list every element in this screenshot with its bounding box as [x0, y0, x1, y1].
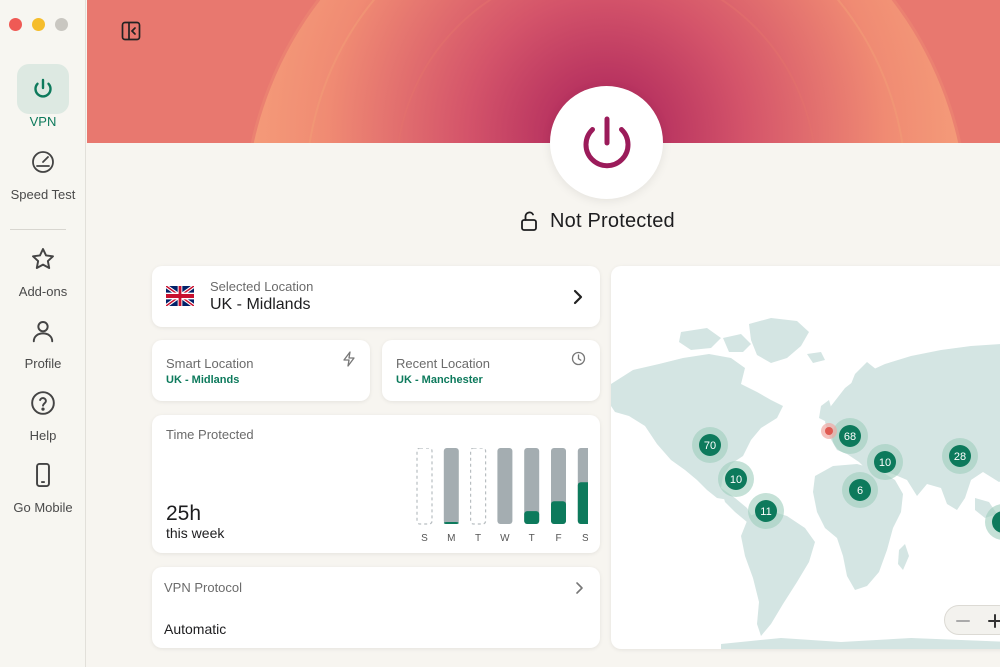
close-window-button[interactable]: [9, 18, 22, 31]
sidebar-item-help[interactable]: Help: [0, 378, 86, 443]
server-cluster[interactable]: 70: [692, 427, 728, 463]
sidebar-item-label: Profile: [24, 356, 62, 371]
usage-bar-track: [443, 448, 459, 524]
sidebar-item-profile[interactable]: Profile: [0, 306, 86, 371]
recent-location-value: UK - Manchester: [396, 374, 483, 386]
power-icon: [583, 116, 630, 168]
usage-day-label: T: [529, 533, 535, 544]
user-icon: [17, 306, 69, 356]
server-cluster-count: 11: [760, 506, 771, 518]
server-cluster-count: 10: [730, 474, 742, 486]
zoom-window-button[interactable]: [55, 18, 68, 31]
help-icon: [17, 378, 69, 428]
sidebar-item-label: Speed Test: [10, 187, 76, 202]
connect-power-button[interactable]: [550, 86, 663, 199]
map-zoom-control: [944, 605, 1000, 635]
usage-day-label: M: [447, 533, 455, 544]
sidebar-divider: [10, 229, 66, 230]
map-land: [611, 318, 1000, 649]
zoom-out-button[interactable]: [953, 611, 973, 631]
smart-location-value: UK - Midlands: [166, 374, 240, 386]
sidebar-item-vpn[interactable]: VPN: [0, 64, 86, 129]
sidebar-item-label: Add-ons: [18, 284, 68, 299]
server-cluster[interactable]: 10: [718, 461, 754, 497]
server-cluster[interactable]: 10: [867, 444, 903, 480]
smart-location-card[interactable]: Smart Location UK - Midlands: [152, 340, 370, 401]
minimize-window-button[interactable]: [32, 18, 45, 31]
server-cluster-count: 6: [857, 485, 863, 497]
usage-bar-fill: [577, 482, 588, 524]
time-protected-card: Time Protected 25h this week S M T W T F S: [152, 415, 600, 553]
sidebar-item-label: Go Mobile: [13, 500, 73, 515]
usage-bar-fill: [551, 501, 566, 524]
usage-day-label: S: [582, 533, 588, 544]
sidebar: VPN Speed Test Add-ons Profile Help Go M…: [0, 0, 86, 667]
sidebar-item-speed-test[interactable]: Speed Test: [0, 137, 86, 202]
time-protected-period: this week: [166, 525, 225, 541]
selected-location-value: UK - Midlands: [210, 296, 311, 313]
sidebar-toggle-icon[interactable]: [121, 21, 141, 41]
vpn-protocol-card[interactable]: VPN Protocol Automatic: [152, 567, 600, 648]
chevron-right-icon: [573, 289, 583, 305]
server-cluster-count: 70: [704, 440, 716, 452]
server-cluster[interactable]: 11: [748, 493, 784, 529]
usage-day-label: S: [421, 533, 428, 544]
clock-icon: [571, 351, 586, 366]
vpn-protocol-value: Automatic: [164, 621, 227, 637]
time-protected-label: Time Protected: [166, 427, 254, 442]
mobile-icon: [17, 450, 69, 500]
world-map: 70 10 11 68 10 6 28: [611, 318, 1000, 649]
usage-bar-track: [416, 448, 433, 525]
unlocked-icon: [521, 211, 537, 231]
recent-location-label: Recent Location: [396, 356, 490, 371]
chevron-right-icon: [576, 582, 583, 594]
server-cluster-count: 28: [954, 451, 966, 463]
zoom-in-button[interactable]: [985, 611, 1000, 631]
server-cluster[interactable]: 6: [842, 472, 878, 508]
time-protected-hours: 25h: [166, 502, 202, 525]
server-cluster[interactable]: 28: [942, 438, 978, 474]
connection-status: Not Protected: [520, 207, 675, 235]
server-cluster-count: 68: [844, 431, 856, 443]
speedometer-icon: [17, 137, 69, 187]
status-text: Not Protected: [550, 209, 675, 232]
weekly-usage-chart: SMTWTFS: [416, 448, 588, 544]
smart-location-label: Smart Location: [166, 356, 254, 371]
recent-location-card[interactable]: Recent Location UK - Manchester: [382, 340, 600, 401]
selected-location-label: Selected Location: [210, 279, 314, 294]
server-map[interactable]: 70 10 11 68 10 6 28: [611, 266, 1000, 649]
usage-bar-fill: [524, 511, 540, 524]
usage-day-label: T: [475, 533, 481, 544]
vpn-protocol-label: VPN Protocol: [164, 580, 243, 595]
hero-background: [87, 0, 1000, 143]
uk-flag-icon: [166, 286, 194, 306]
sidebar-item-label: VPN: [29, 114, 57, 129]
selected-location-card[interactable]: Selected Location UK - Midlands: [152, 266, 600, 327]
sidebar-item-go-mobile[interactable]: Go Mobile: [0, 450, 86, 515]
server-cluster[interactable]: 68: [832, 418, 868, 454]
bolt-icon: [343, 351, 355, 367]
sidebar-item-add-ons[interactable]: Add-ons: [0, 234, 86, 299]
usage-bar-track: [497, 448, 513, 524]
star-icon: [17, 234, 69, 284]
hero-banner: [87, 0, 1000, 143]
power-icon: [17, 64, 69, 114]
usage-bar-track: [470, 448, 487, 525]
current-location-marker: [821, 423, 837, 439]
sidebar-item-label: Help: [29, 428, 57, 443]
usage-day-label: F: [555, 533, 561, 544]
usage-day-label: W: [500, 533, 510, 544]
server-cluster-count: 10: [879, 457, 891, 469]
usage-bar-fill: [443, 522, 459, 524]
